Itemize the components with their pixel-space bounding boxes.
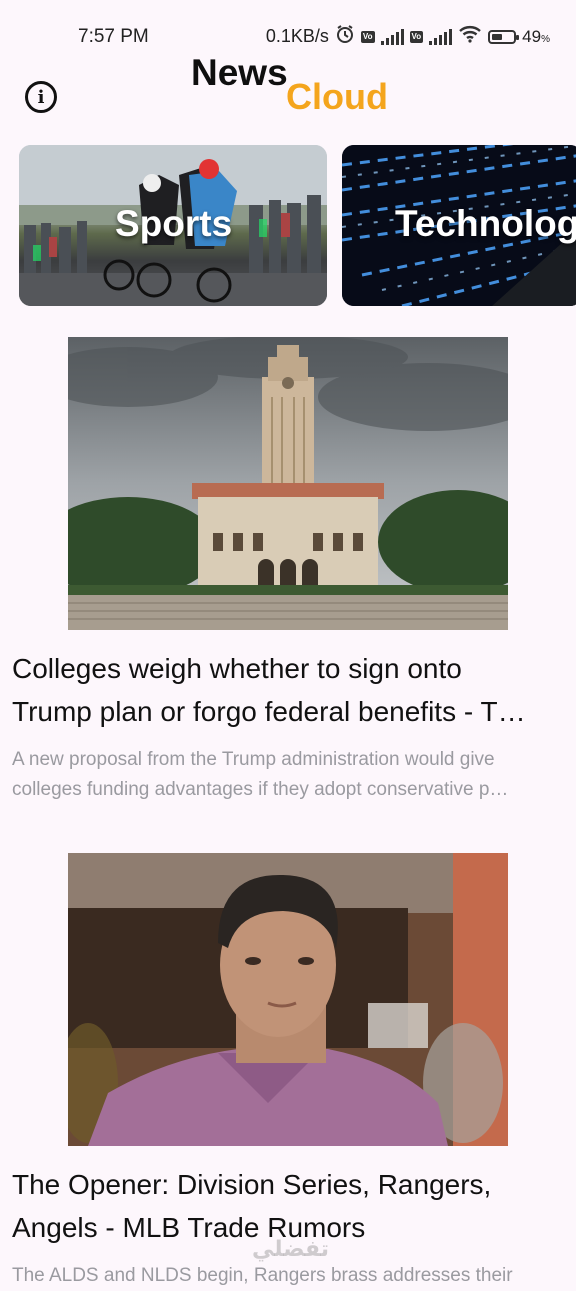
status-icons: 0.1KB/s Vo Vo 49% — [266, 24, 550, 49]
watermark: تفضلي — [252, 1236, 330, 1261]
app-logo-cloud: Cloud — [286, 76, 388, 117]
article-title[interactable]: Colleges weigh whether to sign onto Trum… — [12, 647, 572, 733]
article-desc-line-1: The ALDS and NLDS begin, Rangers brass a… — [12, 1265, 513, 1286]
volte-icon-2: Vo — [409, 30, 424, 43]
university-tower-photo — [68, 337, 508, 630]
article-description: The ALDS and NLDS begin, Rangers brass a… — [12, 1261, 568, 1291]
info-button[interactable]: i — [25, 81, 57, 113]
article-image[interactable] — [68, 853, 508, 1146]
app-logo-news: News — [191, 52, 288, 93]
alarm-icon — [335, 24, 355, 49]
article-title-line-2: Trump plan or forgo federal benefits - T… — [12, 696, 526, 727]
article-image[interactable] — [68, 337, 508, 630]
volte-icon-1: Vo — [360, 30, 375, 43]
article-title-line-1: The Opener: Division Series, Rangers, — [12, 1169, 492, 1200]
wifi-icon — [458, 25, 482, 48]
category-label-sports: Sports — [115, 203, 233, 244]
category-card-sports[interactable]: Sports — [19, 145, 327, 306]
signal-icon-1 — [380, 28, 404, 45]
category-carousel[interactable]: Sports Technolog — [19, 145, 576, 307]
battery-icon — [488, 29, 520, 44]
category-card-technology[interactable]: Technolog — [342, 145, 576, 306]
article-desc-line-2: colleges funding advantages if they adop… — [12, 779, 509, 800]
signal-icon-2 — [429, 28, 453, 45]
article-description: A new proposal from the Trump administra… — [12, 745, 568, 805]
battery-percent: 49% — [522, 26, 550, 46]
clock: 7:57 PM — [78, 26, 149, 47]
article-desc-line-1: A new proposal from the Trump administra… — [12, 749, 495, 770]
status-bar: 7:57 PM 0.1KB/s Vo Vo 49% — [0, 0, 576, 76]
info-icon: i — [37, 86, 45, 108]
man-portrait-photo — [68, 853, 508, 1146]
article-title-line-1: Colleges weigh whether to sign onto — [12, 653, 462, 684]
network-speed: 0.1KB/s — [265, 26, 329, 46]
category-label-technology: Technolog — [395, 203, 576, 244]
